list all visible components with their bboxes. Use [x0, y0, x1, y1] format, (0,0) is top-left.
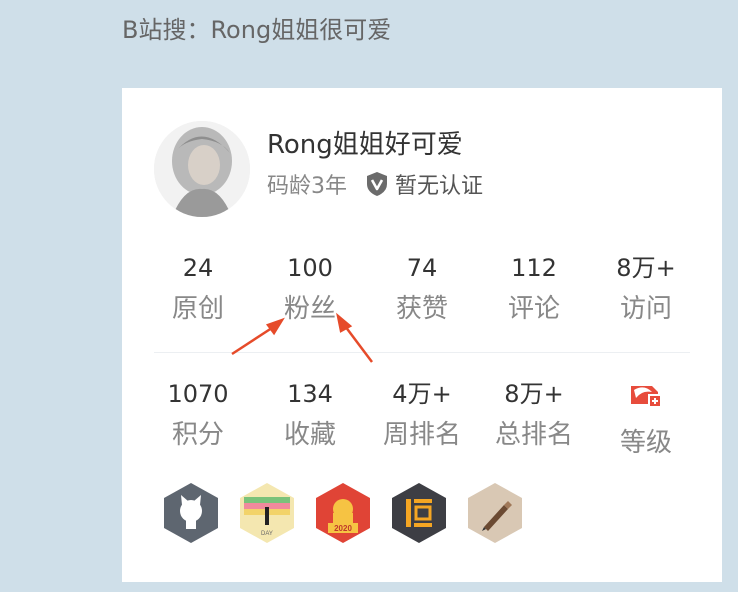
stat-value: 24	[182, 254, 214, 282]
stat-value: 4万+	[392, 380, 452, 408]
heng-badge-icon[interactable]	[388, 481, 450, 545]
stat-level[interactable]: 等级	[590, 380, 702, 460]
stat-likes[interactable]: 74 获赞	[366, 254, 478, 326]
stat-favorites[interactable]: 134 收藏	[254, 380, 366, 460]
divider	[154, 352, 690, 353]
2020-badge-icon[interactable]: 2020	[312, 481, 374, 545]
stats-row-secondary: 1070 积分 134 收藏 4万+ 周排名 8万+ 总排名 等级	[142, 380, 702, 460]
stat-original[interactable]: 24 原创	[142, 254, 254, 326]
stat-label: 获赞	[395, 294, 448, 324]
stat-label: 原创	[171, 294, 224, 324]
stat-label: 访问	[619, 294, 672, 324]
github-badge-icon[interactable]	[160, 481, 222, 545]
stat-value: 8万+	[616, 254, 676, 282]
pencil-badge-icon[interactable]	[464, 481, 526, 545]
stat-label: 周排名	[382, 420, 461, 450]
verification-shield-icon	[367, 172, 387, 196]
stat-label: 粉丝	[283, 294, 336, 324]
badge-text: 2020	[334, 524, 352, 533]
level-icon	[631, 386, 662, 408]
badge-list: DAY 2020	[160, 481, 540, 545]
stat-label: 积分	[171, 420, 224, 450]
profile-meta: 码龄3年 暂无认证	[267, 168, 483, 200]
persistence-badge-icon[interactable]: DAY	[236, 481, 298, 545]
stat-label: 收藏	[283, 420, 336, 450]
stat-value: 112	[511, 254, 557, 282]
stat-value: 8万+	[504, 380, 564, 408]
stat-points[interactable]: 1070 积分	[142, 380, 254, 460]
caption-text: B站搜：Rong姐姐很可爱	[122, 16, 392, 44]
stat-comments[interactable]: 112 评论	[478, 254, 590, 326]
stat-value: 134	[287, 380, 333, 408]
stat-fans[interactable]: 100 粉丝	[254, 254, 366, 326]
code-age: 码龄3年	[267, 174, 347, 199]
stat-value	[590, 380, 702, 416]
stat-total-rank[interactable]: 8万+ 总排名	[478, 380, 590, 460]
stat-label: 总排名	[494, 420, 573, 450]
verification-text: 暂无认证	[395, 174, 484, 199]
stats-row-primary: 24 原创 100 粉丝 74 获赞 112 评论 8万+ 访问	[142, 254, 702, 326]
verification-status[interactable]: 暂无认证	[365, 168, 483, 200]
profile-name[interactable]: Rong姐姐好可爱	[267, 124, 463, 161]
stat-value: 100	[287, 254, 333, 282]
stat-label: 等级	[619, 428, 672, 458]
profile-card: Rong姐姐好可爱 码龄3年 暂无认证 24 原创 100 粉丝 74 获赞 1…	[122, 88, 722, 582]
badge-text: DAY	[261, 531, 273, 537]
stat-label: 评论	[507, 294, 560, 324]
stat-visits[interactable]: 8万+ 访问	[590, 254, 702, 326]
stat-weekly-rank[interactable]: 4万+ 周排名	[366, 380, 478, 460]
stat-value: 74	[406, 254, 438, 282]
stat-value: 1070	[167, 380, 229, 408]
avatar[interactable]	[154, 121, 250, 217]
